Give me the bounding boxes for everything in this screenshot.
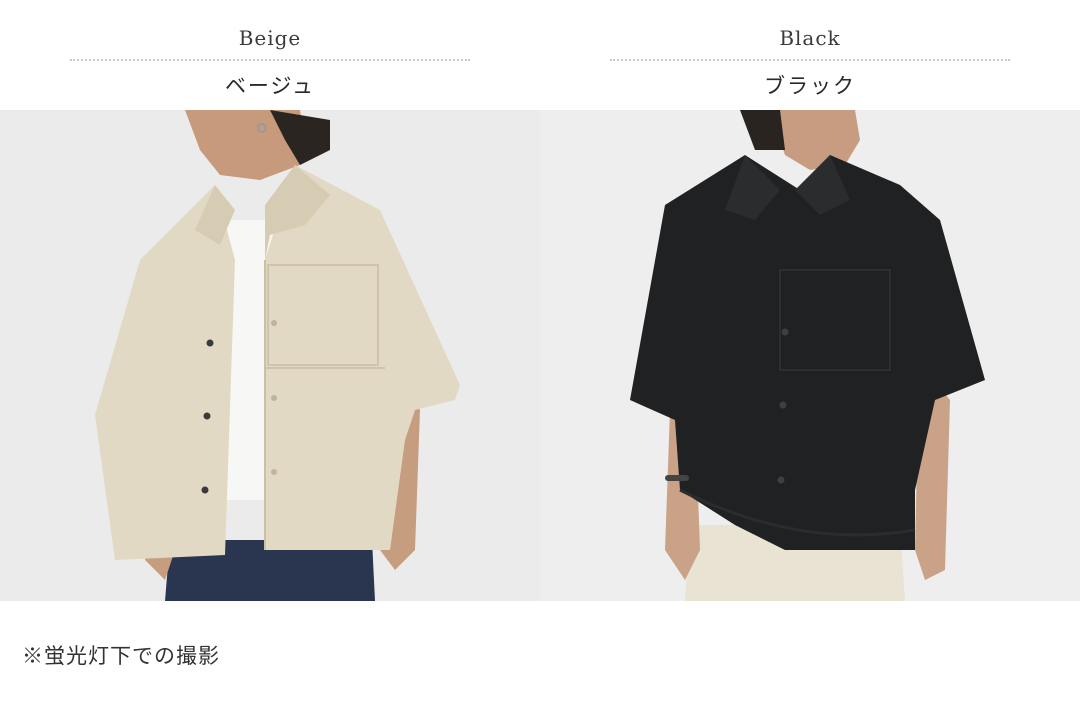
- dotted-divider: [70, 59, 470, 61]
- lighting-note: ※蛍光灯下での撮影: [22, 644, 220, 668]
- color-name-en: Beige: [238, 26, 302, 50]
- dotted-divider: [610, 59, 1010, 61]
- color-name-en: Black: [779, 26, 841, 50]
- variant-header-beige: Beige ベージュ: [70, 0, 470, 110]
- product-photo-beige: [0, 110, 540, 601]
- variant-header-black: Black ブラック: [610, 0, 1010, 110]
- color-name-ja: ベージュ: [224, 74, 316, 98]
- product-photo-black: [540, 110, 1080, 601]
- color-name-ja: ブラック: [764, 74, 856, 98]
